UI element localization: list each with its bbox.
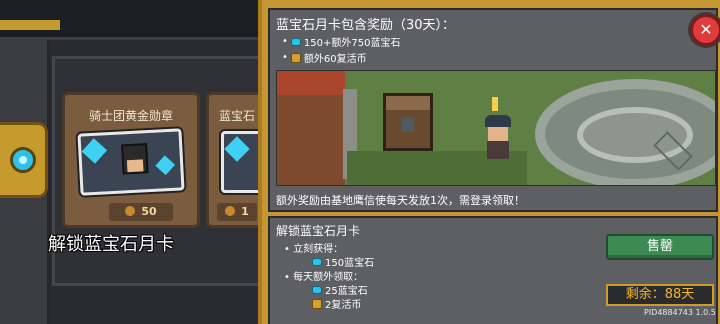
stone-arena [535,79,715,185]
item-text: 25蓝宝石 [325,286,368,297]
bullet: • [282,36,288,47]
chest-lid [386,96,430,110]
revive-coin-icon [290,52,301,63]
reward-item: • 额外60复活币 [282,50,367,65]
arena-ring [577,107,693,171]
buy-button[interactable]: 售罄 [606,234,714,260]
hero-head [488,127,508,141]
gem-icon [312,285,322,294]
eagle-messenger-character [483,115,513,163]
sapphire-card-art [77,128,185,196]
unlock-title: 解锁蓝宝石月卡 [276,224,361,238]
rewards-title: 蓝宝石月卡包含奖励（30天）： [276,18,456,33]
reward-text: 额外60复活币 [303,54,367,65]
gem-icon [81,138,108,164]
house-wall [277,71,345,185]
item-text: 2复活币 [325,300,362,311]
reward-preview-image [276,70,716,186]
gem-icon [312,257,322,266]
card-price: 1 [217,203,257,221]
reward-note: 额外奖励由基地鹰信使每天发放1次，需登录领取！ [276,194,525,207]
card-title: 骑士团黄金勋章 [88,109,173,123]
house-roof [277,71,345,95]
reward-item: • 150+额外750蓝宝石 [282,34,400,49]
gem-icon [224,136,250,162]
gold-trim [0,20,60,30]
unlock-caption: 解锁蓝宝石月卡 [48,234,174,255]
reward-text: 150+额外750蓝宝石 [303,38,401,49]
arena-star-icon [653,131,693,171]
monthly-card-panel: 蓝宝石月卡包含奖励（30天）： • 150+额外750蓝宝石 • 额外60复活币 [258,0,720,324]
card-price: 50 [109,203,173,221]
daily-item: 25蓝宝石 [312,282,368,297]
immediate-label: • 立刻获得： [284,244,344,255]
gem-icon [290,37,301,46]
hero-body [487,141,509,159]
card-price-value: 1 [241,205,249,218]
unlock-section: 解锁蓝宝石月卡 • 立刻获得： 150蓝宝石 • 每天额外领取： 25蓝宝石 2… [268,216,718,324]
close-button[interactable]: ✕ [690,14,720,46]
gold-emblem [0,122,48,198]
shop-background: 骑士团黄金勋章 50 蓝宝石 1 解锁蓝宝石月卡 [0,0,270,324]
bullet: • [282,52,288,63]
gem-icon [155,155,176,176]
coin-icon [225,206,236,216]
revive-coin-icon [312,298,322,309]
hero-hat [485,115,511,127]
daily-label: • 每天额外领取： [284,272,364,283]
remaining-days-badge: 剩余：88天 [606,284,714,306]
exclamation-icon [492,97,498,111]
chest-lock [402,118,414,132]
daily-item: 2复活币 [312,296,361,311]
hero-portrait-icon [121,143,149,175]
card-price-value: 50 [141,205,157,218]
item-text: 150蓝宝石 [325,258,375,269]
version-label: PID4884743 1.0.5 [644,308,716,317]
immediate-item: 150蓝宝石 [312,254,374,269]
rewards-section: 蓝宝石月卡包含奖励（30天）： • 150+额外750蓝宝石 • 额外60复活币 [268,8,720,212]
treasure-chest-icon [383,93,433,151]
emblem-gem-icon [10,147,36,173]
shop-card-knight-medal[interactable]: 骑士团黄金勋章 50 [62,92,200,228]
coin-icon [125,206,136,216]
